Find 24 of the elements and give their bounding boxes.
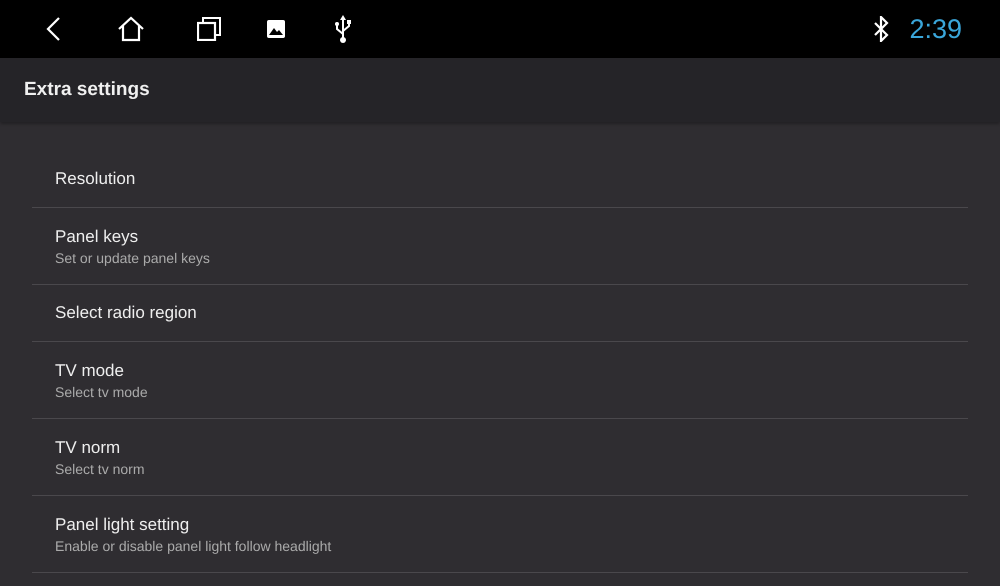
item-title: Panel light setting	[55, 514, 190, 534]
settings-item[interactable]: Panel light setting Enable or disable panel light follow headlight	[32, 496, 968, 573]
item-summary: Select tv norm	[55, 460, 146, 476]
item-title: Resolution	[55, 169, 136, 189]
item-title: TV mode	[55, 360, 125, 380]
settings-item[interactable]: Select radio region	[32, 285, 968, 342]
settings-item[interactable]: Resolution	[32, 151, 968, 208]
usb-icon[interactable]	[335, 14, 351, 44]
item-title: Select radio region	[55, 303, 198, 323]
bluetooth-icon	[873, 16, 890, 42]
settings-item[interactable]: TV mode Select tv mode	[32, 342, 968, 419]
screen-title: Extra settings	[24, 79, 150, 101]
image-icon[interactable]	[267, 20, 285, 38]
item-title: TV norm	[55, 438, 122, 458]
settings-item[interactable]: TV norm Select tv norm	[32, 419, 968, 496]
item-title: Panel keys	[55, 226, 140, 246]
back-icon[interactable]	[45, 16, 61, 42]
settings-item[interactable]: Panel keys Set or update panel keys	[32, 208, 968, 285]
item-summary: Enable or disable panel light follow headlight	[55, 538, 332, 554]
clock-time: 2:39	[909, 14, 962, 44]
recent-apps-icon[interactable]	[197, 17, 221, 41]
item-summary: Set or update panel keys	[55, 250, 211, 266]
item-summary: Select tv mode	[55, 384, 149, 400]
home-icon[interactable]	[117, 16, 145, 42]
